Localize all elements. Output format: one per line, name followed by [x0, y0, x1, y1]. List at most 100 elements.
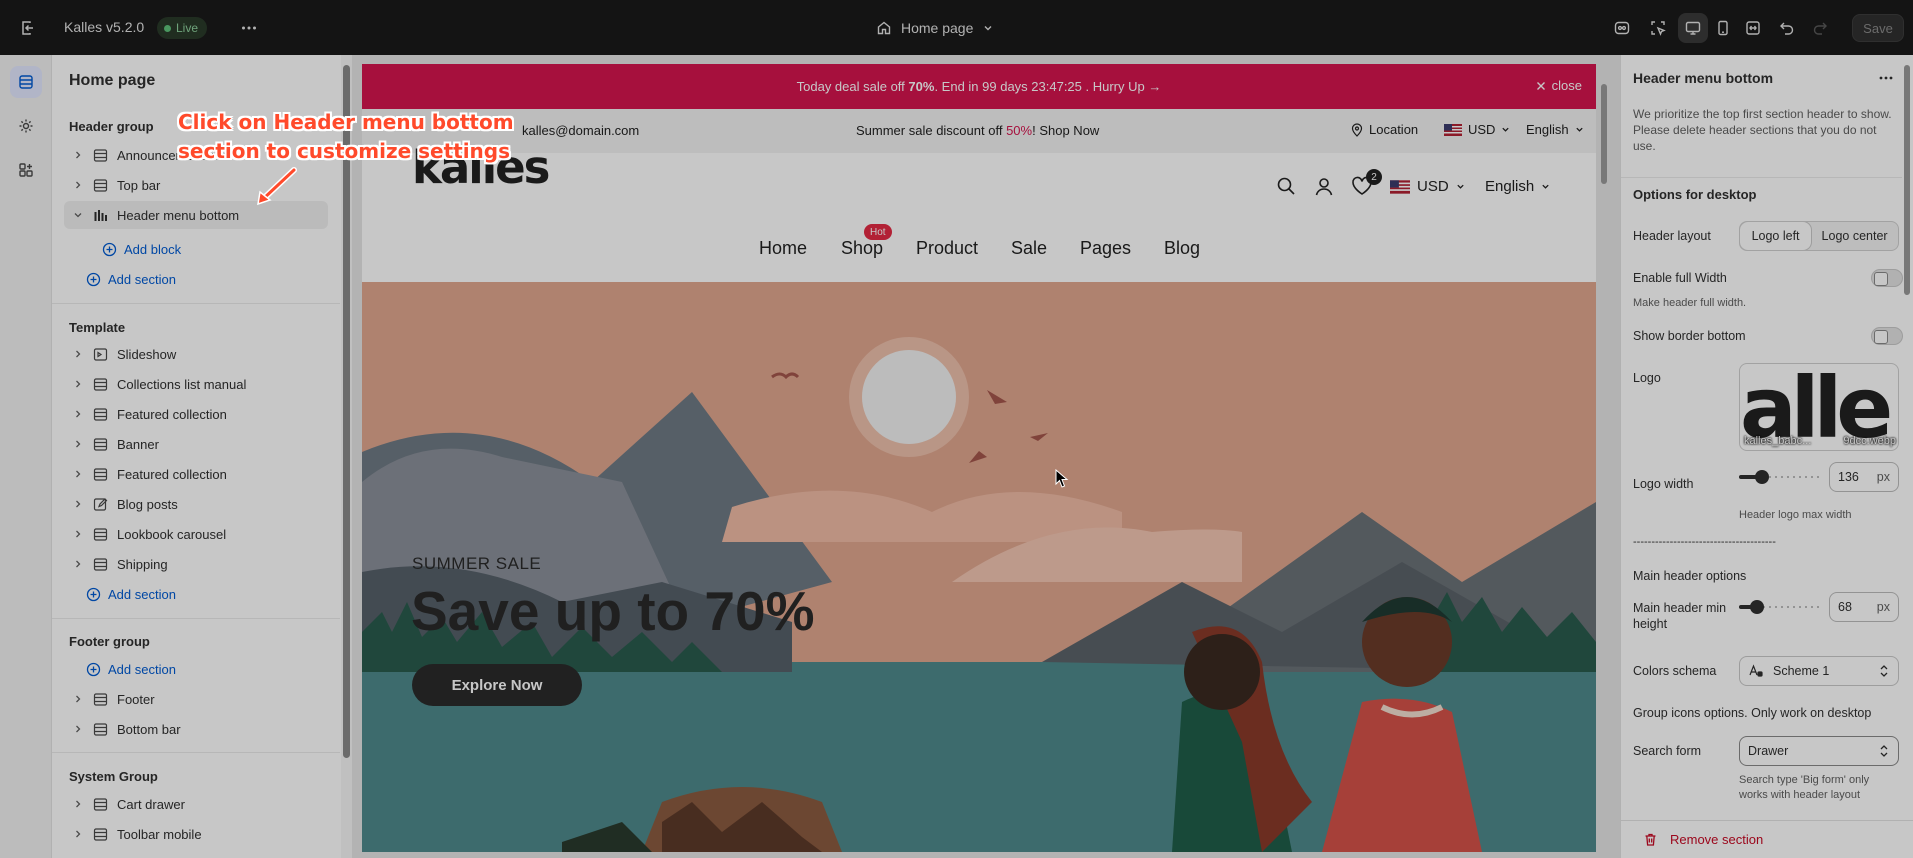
chevron-right-icon[interactable] — [70, 826, 86, 842]
nav-sale[interactable]: Sale — [1011, 238, 1047, 259]
section-slideshow[interactable]: Slideshow — [64, 340, 328, 368]
announcement-discount: 70% — [908, 79, 935, 94]
chevron-down-icon[interactable] — [70, 207, 86, 223]
section-label: Slideshow — [117, 346, 177, 362]
main-header-min-height-input[interactable]: 68 px — [1829, 592, 1899, 622]
add-block-label: Add block — [124, 241, 182, 257]
section-label: Blog posts — [117, 496, 178, 512]
main-header-min-height-slider[interactable] — [1739, 597, 1821, 617]
theme-preview-icon[interactable] — [1607, 13, 1637, 43]
slider-knob[interactable] — [1750, 600, 1764, 614]
apps-icon[interactable] — [10, 154, 42, 186]
section-lookbook-carousel[interactable]: Lookbook carousel — [64, 520, 328, 548]
hero-slideshow[interactable] — [362, 282, 1596, 852]
inspector-icon[interactable] — [1643, 13, 1673, 43]
section-featured-collection[interactable]: Featured collection — [64, 460, 328, 488]
preview-scrollbar[interactable] — [1598, 64, 1610, 852]
chevron-right-icon[interactable] — [70, 147, 86, 163]
store-email[interactable]: kalles@domain.com — [522, 123, 639, 138]
chevron-right-icon[interactable] — [70, 436, 86, 452]
exit-icon[interactable] — [13, 13, 43, 43]
nav-product[interactable]: Product — [916, 238, 978, 259]
search-form-select[interactable]: Drawer — [1739, 736, 1899, 766]
shop-now-link[interactable]: Shop Now — [1039, 123, 1099, 138]
logo-center-option[interactable]: Logo center — [1811, 222, 1898, 250]
chevron-right-icon[interactable] — [70, 721, 86, 737]
slider-knob[interactable] — [1755, 470, 1769, 484]
more-actions-icon[interactable] — [234, 13, 264, 43]
colors-schema-select[interactable]: Scheme 1 — [1739, 656, 1899, 686]
chevron-right-icon[interactable] — [70, 556, 86, 572]
header-language-selector[interactable]: English — [1485, 178, 1550, 195]
chevron-right-icon[interactable] — [70, 376, 86, 392]
nav-home[interactable]: Home — [759, 238, 807, 259]
full-width-toggle[interactable] — [1871, 269, 1903, 287]
chevron-right-icon[interactable] — [70, 406, 86, 422]
section-shipping[interactable]: Shipping — [64, 550, 328, 578]
storefront-preview[interactable]: Today deal sale off 70%. End in 99 days … — [362, 64, 1596, 852]
scrollbar-thumb[interactable] — [343, 65, 350, 758]
announcement-bar[interactable]: Today deal sale off 70%. End in 99 days … — [362, 64, 1596, 109]
chevron-right-icon[interactable] — [70, 466, 86, 482]
section-footer[interactable]: Footer — [64, 685, 328, 713]
chevron-right-icon[interactable] — [70, 346, 86, 362]
page-selector[interactable]: Home page — [876, 15, 994, 41]
currency-selector[interactable]: USD — [1444, 122, 1510, 137]
more-options-icon[interactable] — [1873, 65, 1899, 91]
section-toolbar-mobile[interactable]: Toolbar mobile — [64, 820, 328, 848]
section-collections-list-manual[interactable]: Collections list manual — [64, 370, 328, 398]
chevron-right-icon[interactable] — [70, 691, 86, 707]
account-icon[interactable] — [1314, 176, 1334, 196]
divider — [52, 303, 340, 304]
scrollbar-thumb[interactable] — [1601, 84, 1607, 184]
section-icon — [92, 406, 108, 422]
announcement-close-button[interactable]: close — [1536, 78, 1582, 93]
section-cart-drawer[interactable]: Cart drawer — [64, 790, 328, 818]
add-section-button[interactable]: Add section — [86, 657, 176, 681]
logo-left-option[interactable]: Logo left — [1740, 222, 1812, 250]
add-block-button[interactable]: Add block — [102, 237, 181, 261]
chevron-right-icon[interactable] — [70, 496, 86, 512]
live-label: Live — [176, 21, 199, 35]
scrollbar-thumb[interactable] — [1904, 65, 1910, 295]
remove-section-button[interactable]: Remove section — [1621, 820, 1913, 858]
logo-width-slider[interactable] — [1739, 467, 1821, 487]
desktop-view-icon[interactable] — [1678, 13, 1708, 43]
header-currency-selector[interactable]: USD — [1390, 178, 1465, 195]
section-blog-posts[interactable]: Blog posts — [64, 490, 328, 518]
header-menu-bottom[interactable] — [362, 217, 1596, 282]
redo-icon[interactable] — [1805, 13, 1835, 43]
settings-panel: Header menu bottom We prioritize the top… — [1620, 55, 1913, 858]
chevron-right-icon[interactable] — [70, 177, 86, 193]
location-link[interactable]: Location — [1351, 122, 1418, 137]
section-featured-collection[interactable]: Featured collection — [64, 400, 328, 428]
explore-now-button[interactable]: Explore Now — [412, 664, 582, 706]
nav-shop[interactable]: Shop — [841, 238, 883, 259]
add-section-label: Add section — [108, 271, 176, 287]
settings-gear-icon[interactable] — [10, 110, 42, 142]
chevron-down-icon — [1542, 184, 1549, 189]
sections-icon[interactable] — [10, 66, 42, 98]
tutorial-callout: Click on Header menu bottom section to c… — [178, 108, 538, 166]
add-section-button[interactable]: Add section — [86, 267, 176, 291]
undo-icon[interactable] — [1772, 13, 1802, 43]
search-icon[interactable] — [1276, 176, 1296, 196]
chevron-right-icon[interactable] — [70, 796, 86, 812]
chevron-right-icon[interactable] — [70, 526, 86, 542]
logo-width-input[interactable]: 136 px — [1829, 462, 1899, 492]
fullscreen-icon[interactable] — [1738, 13, 1768, 43]
border-bottom-toggle[interactable] — [1871, 327, 1903, 345]
mobile-view-icon[interactable] — [1708, 13, 1738, 43]
sections-scrollbar[interactable] — [341, 55, 352, 858]
nav-blog[interactable]: Blog — [1164, 238, 1200, 259]
unit-label: px — [1876, 600, 1890, 614]
save-button[interactable]: Save — [1852, 14, 1904, 42]
logo-picker[interactable]: alle kalles_babc... 9dcc.webp — [1739, 363, 1899, 451]
settings-scrollbar[interactable] — [1902, 55, 1912, 815]
language-selector[interactable]: English — [1526, 122, 1584, 137]
footer-group-title: Footer group — [69, 634, 150, 649]
nav-pages[interactable]: Pages — [1080, 238, 1131, 259]
section-bottom-bar[interactable]: Bottom bar — [64, 715, 328, 743]
section-banner[interactable]: Banner — [64, 430, 328, 458]
add-section-button[interactable]: Add section — [86, 582, 176, 606]
